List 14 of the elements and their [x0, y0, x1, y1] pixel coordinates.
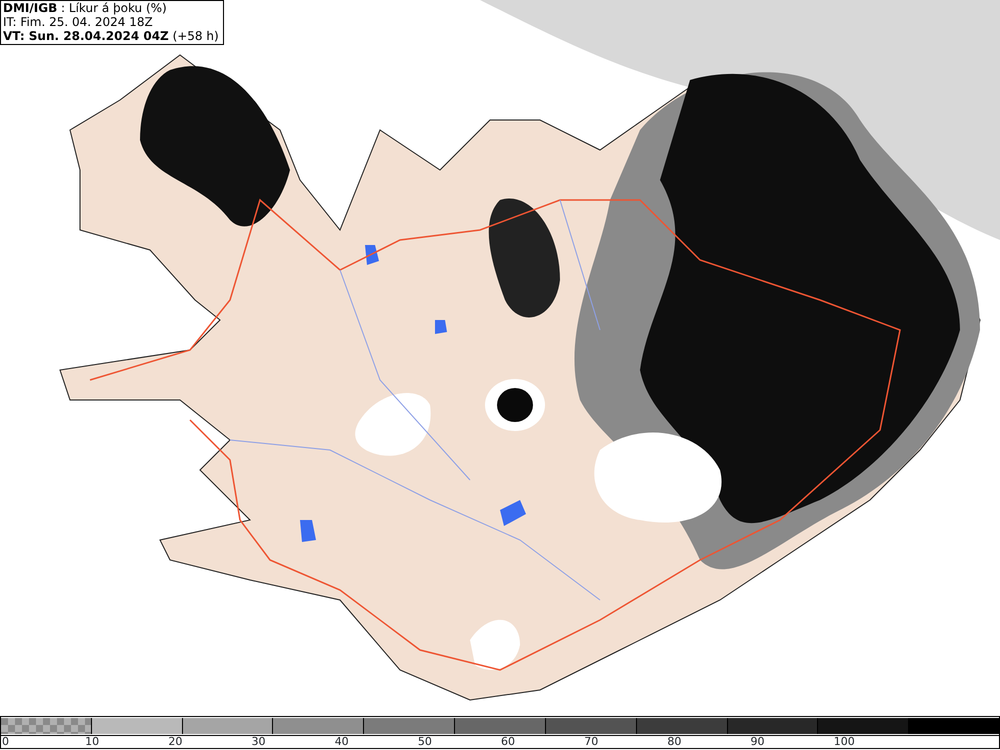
map-header-line: IT: Fim. 25. 04. 2024 18Z — [3, 15, 154, 29]
legend-tick-label: 70 — [584, 736, 598, 748]
legend-tick-label: 40 — [334, 736, 349, 748]
legend-tick-label: 0 — [2, 736, 9, 748]
map-header-line: VT: Sun. 28.04.2024 04Z (+58 h) — [3, 29, 219, 43]
legend-tick-label: 100 — [834, 736, 855, 748]
legend-tick-label: 90 — [750, 736, 765, 748]
legend-tick-label: 10 — [85, 736, 100, 748]
legend-tick-label: 50 — [418, 736, 432, 748]
legend-tick-label: 80 — [667, 736, 682, 748]
legend-tick-label: 30 — [252, 736, 266, 748]
legend-tick-label: 60 — [501, 736, 516, 748]
map-header-line: DMI/IGB : Líkur á þoku (%) — [3, 1, 168, 15]
legend-tick-label: 20 — [168, 736, 182, 748]
